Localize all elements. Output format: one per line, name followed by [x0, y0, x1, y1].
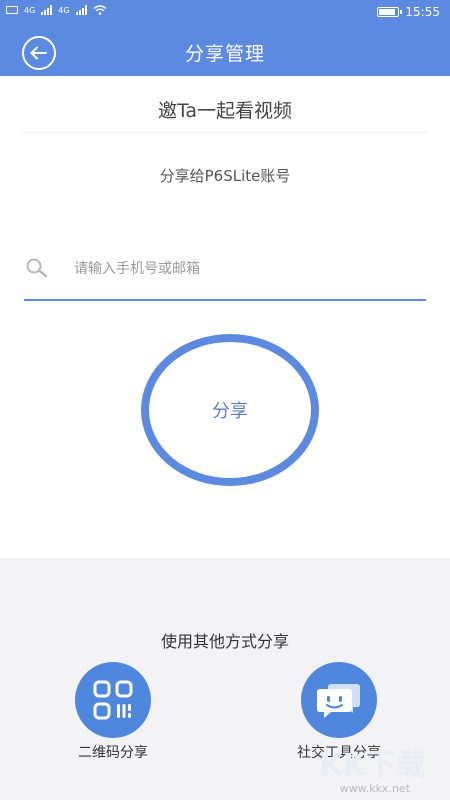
- signal-icon-2: [75, 5, 87, 15]
- battery-level: [379, 9, 395, 15]
- qr-code-share-option[interactable]: 二维码分享: [38, 662, 188, 762]
- watermark-logo: KK下载: [319, 748, 427, 783]
- share-button[interactable]: 分享: [141, 334, 319, 486]
- share-target-text: 分享给P6SLite账号: [159, 167, 291, 185]
- qr-code-share-button[interactable]: [75, 662, 151, 738]
- qr-code-icon: [93, 680, 133, 720]
- battery-icon: [377, 7, 403, 17]
- wifi-icon: [93, 5, 107, 15]
- sim-icon: [6, 6, 18, 14]
- status-right: 15:55: [377, 5, 440, 19]
- other-share-title: 使用其他方式分享: [160, 632, 289, 651]
- signal-icon: [41, 5, 53, 15]
- network-type-2: 4G: [58, 5, 70, 15]
- chat-bubble-icon: [317, 684, 360, 718]
- status-bar: 4G 4G 15:55: [0, 0, 450, 26]
- invite-heading: 邀Ta一起看视频: [157, 100, 293, 122]
- social-share-button[interactable]: [301, 662, 377, 738]
- share-button-label: 分享: [212, 401, 248, 422]
- divider: [22, 132, 428, 133]
- page-title: 分享管理: [184, 43, 265, 65]
- watermark-url: www.kkx.net: [339, 782, 410, 795]
- status-left: 4G 4G: [6, 5, 107, 15]
- network-type-1: 4G: [24, 5, 36, 15]
- search-field[interactable]: [24, 245, 426, 301]
- search-input[interactable]: [74, 255, 416, 283]
- qr-code-share-label: 二维码分享: [78, 745, 148, 761]
- search-icon: [26, 258, 48, 278]
- clock: 15:55: [405, 5, 440, 19]
- title-bar: 分享管理: [0, 26, 450, 76]
